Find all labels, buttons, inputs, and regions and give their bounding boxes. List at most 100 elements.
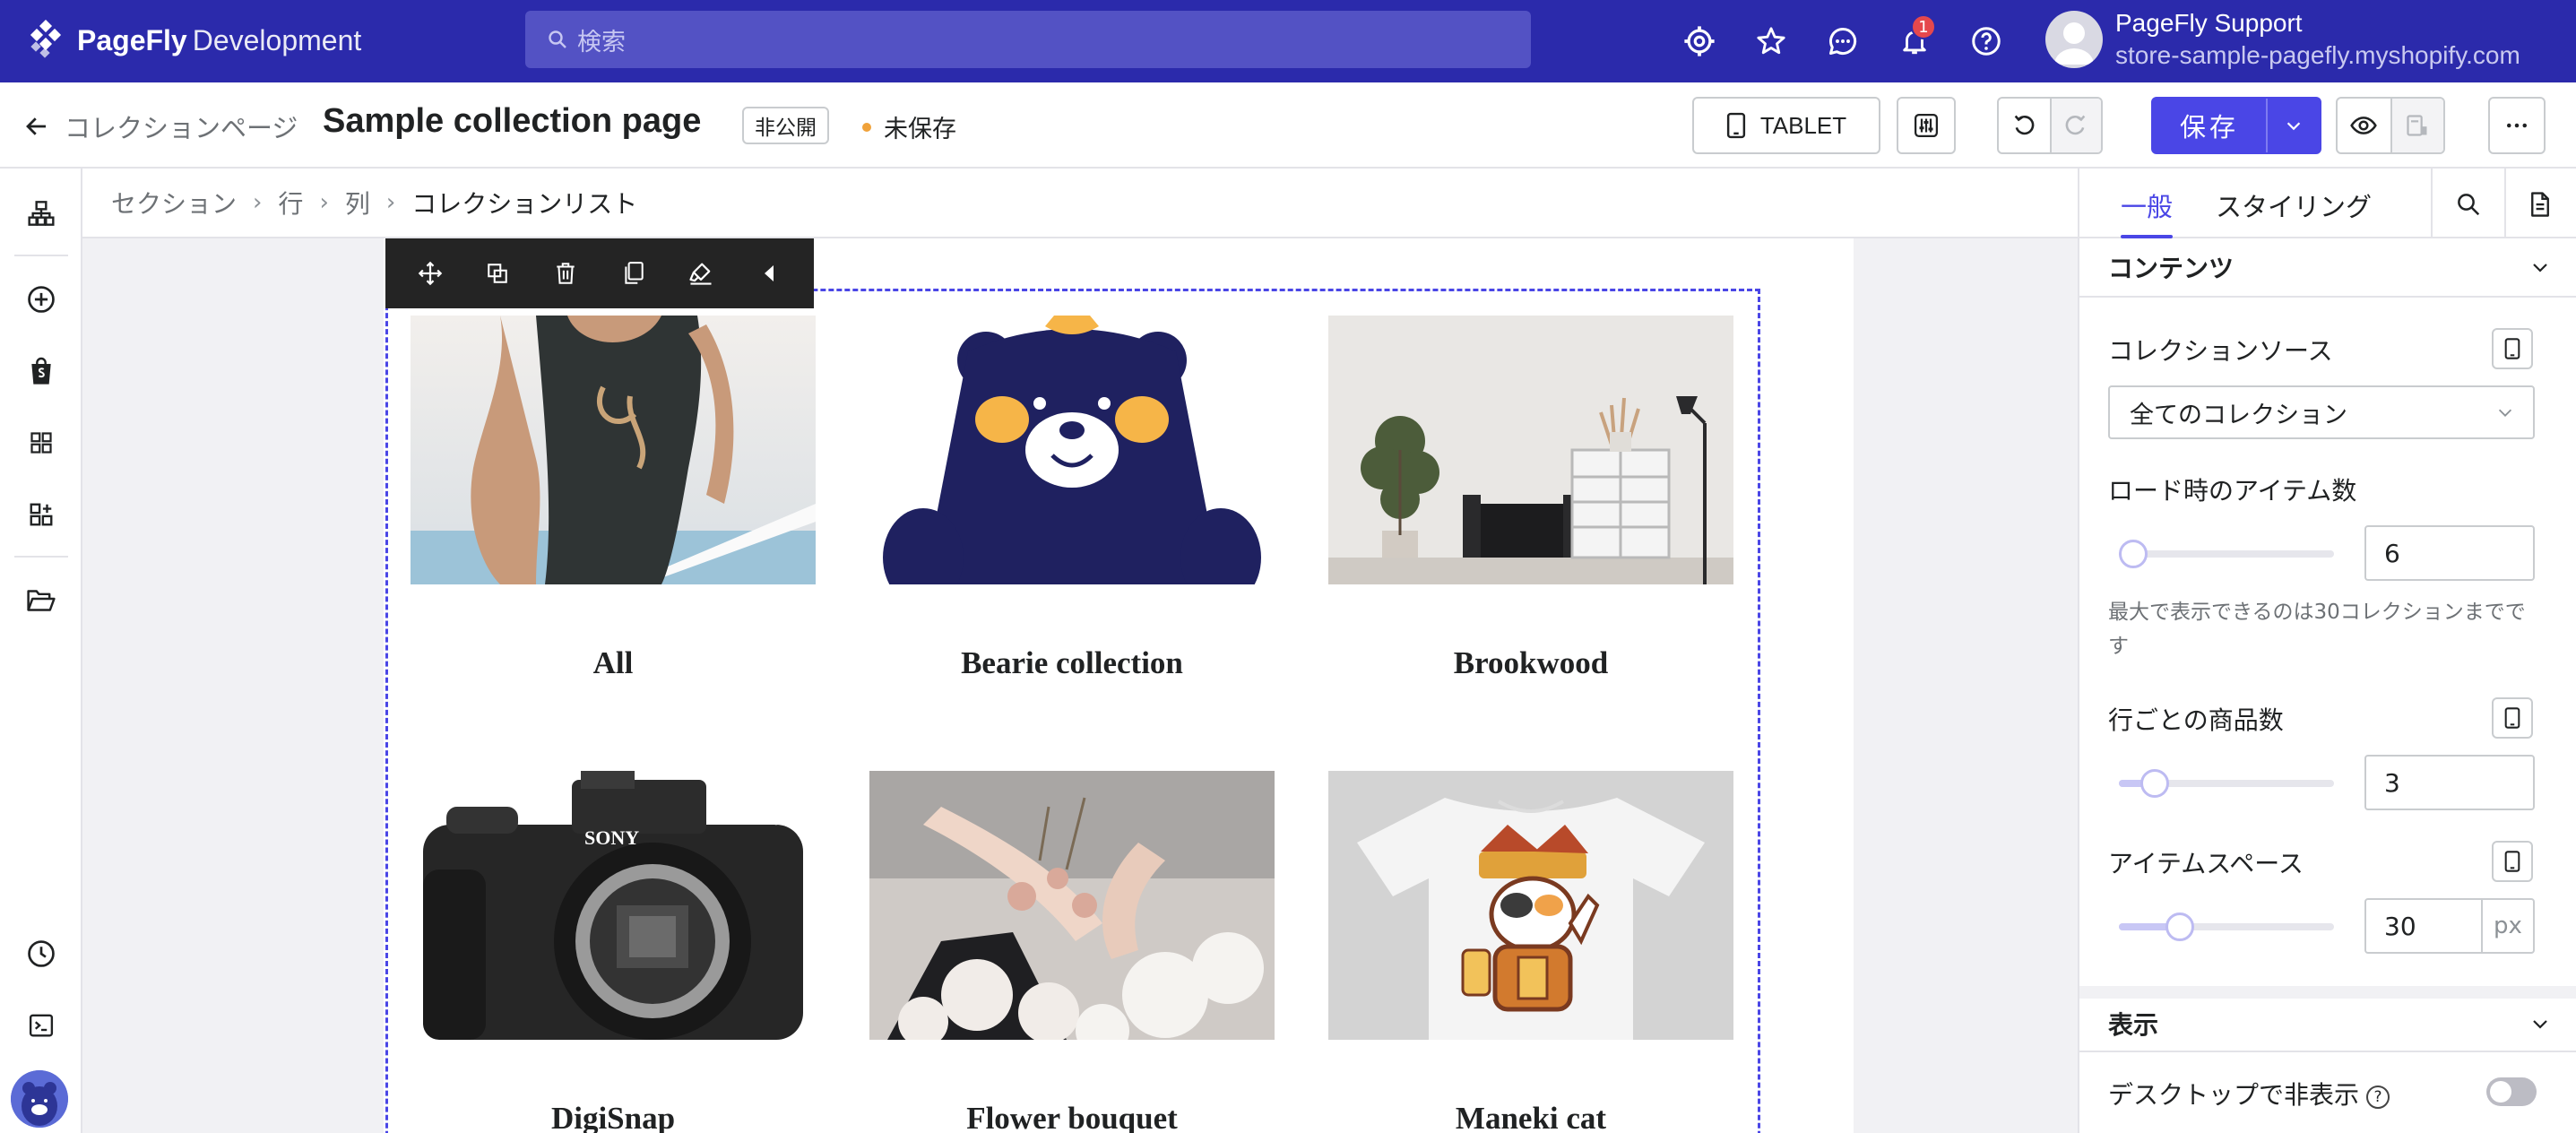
collection-item[interactable]: Bearie collection <box>869 316 1275 680</box>
device-preview-button[interactable]: TABLET <box>1692 97 1880 154</box>
more-actions-button[interactable] <box>2488 97 2546 154</box>
top-bar: PageFlyDevelopment 検索 1 PageFly Support <box>0 0 2576 82</box>
tab-styling[interactable]: スタイリング <box>2216 186 2372 224</box>
global-search-input[interactable]: 検索 <box>525 11 1531 68</box>
rail-apps-button[interactable] <box>20 493 63 536</box>
undo-button[interactable] <box>1999 99 2050 152</box>
duplicate-element-button[interactable] <box>472 248 523 298</box>
camera-image: SONY α <box>411 771 816 1040</box>
help-button[interactable] <box>1965 20 2008 63</box>
publish-button[interactable] <box>2390 99 2443 152</box>
store-domain: store-sample-pagefly.myshopify.com <box>2115 41 2520 69</box>
collection-item[interactable]: All <box>411 316 816 680</box>
editor-canvas[interactable]: All Bearie collection Brookwood SONY α D… <box>82 238 2078 1133</box>
hide-on-desktop-toggle[interactable] <box>2486 1077 2537 1106</box>
support-mascot-avatar[interactable] <box>11 1070 68 1128</box>
collection-image-bearie[interactable] <box>869 316 1275 584</box>
avatar <box>2045 11 2103 68</box>
collection-item[interactable]: Flower bouquet <box>869 771 1275 1133</box>
panel-search-button[interactable] <box>2447 183 2490 226</box>
panel-section-gap <box>2079 986 2576 999</box>
preview-button[interactable] <box>2338 99 2390 152</box>
item-space-value[interactable]: 30 <box>2366 912 2481 941</box>
brush-icon <box>689 263 712 285</box>
products-per-row-slider[interactable] <box>2119 769 2334 798</box>
rail-add-element-button[interactable] <box>20 278 63 321</box>
slider-handle[interactable] <box>2119 540 2148 568</box>
collection-image-flower-bouquet[interactable] <box>869 771 1275 1040</box>
collection-title[interactable]: All <box>411 645 816 681</box>
collection-image-digisnap[interactable]: SONY α <box>411 771 816 1040</box>
slider-handle[interactable] <box>2165 912 2194 941</box>
products-per-row-input[interactable]: 3 <box>2364 755 2535 810</box>
rail-layers-button[interactable] <box>20 192 63 235</box>
chat-button[interactable] <box>1821 20 1864 63</box>
delete-element-button[interactable] <box>540 248 591 298</box>
copy-element-button[interactable] <box>609 248 659 298</box>
item-space-input[interactable]: 30 px <box>2364 898 2535 954</box>
collection-item[interactable]: Maneki cat <box>1328 771 1733 1133</box>
back-to-collection-pages[interactable]: コレクションページ <box>23 108 298 145</box>
collection-source-device-toggle[interactable] <box>2492 328 2533 369</box>
save-button[interactable]: 保存 <box>2153 107 2266 144</box>
products-per-row-device-toggle[interactable] <box>2492 697 2533 739</box>
rail-shopify-button[interactable] <box>20 350 63 393</box>
rail-custom-code-button[interactable] <box>20 1004 63 1047</box>
products-per-row-label: 行ごとの商品数 <box>2108 705 2284 735</box>
redo-button[interactable] <box>2049 99 2101 152</box>
move-element-button[interactable] <box>405 248 455 298</box>
tab-general[interactable]: 一般 <box>2121 186 2173 224</box>
breadcrumb-column[interactable]: 列 <box>345 185 370 221</box>
breadcrumb-collection-list: コレクションリスト <box>411 189 638 219</box>
left-tool-rail <box>0 169 82 1133</box>
collection-source-select[interactable]: 全てのコレクション <box>2108 385 2535 439</box>
items-on-load-input[interactable]: 6 <box>2364 525 2535 581</box>
collection-title[interactable]: Maneki cat <box>1328 1101 1733 1133</box>
rail-divider <box>14 556 68 558</box>
tablet-icon <box>2504 707 2520 729</box>
rail-page-manager-button[interactable] <box>20 579 63 622</box>
collection-image-maneki-cat[interactable] <box>1328 771 1733 1040</box>
collection-image-brookwood[interactable] <box>1328 316 1733 584</box>
document-icon <box>2531 192 2549 217</box>
rail-sections-button[interactable] <box>20 421 63 464</box>
breadcrumb-section[interactable]: セクション <box>111 185 237 221</box>
item-space-unit: px <box>2481 900 2533 952</box>
style-brush-button[interactable] <box>676 248 726 298</box>
collection-item[interactable]: Brookwood <box>1328 316 1733 680</box>
living-room-image <box>1328 316 1733 584</box>
items-on-load-slider[interactable] <box>2119 540 2334 568</box>
chevron-down-icon <box>2533 264 2547 272</box>
bear-mascot-icon <box>11 1070 68 1128</box>
item-space-device-toggle[interactable] <box>2492 841 2533 882</box>
slider-handle[interactable] <box>2140 769 2169 798</box>
collection-image-all[interactable] <box>411 316 816 584</box>
collection-title[interactable]: Flower bouquet <box>869 1101 1275 1133</box>
pagefly-logo[interactable]: PageFly Development <box>25 20 361 61</box>
favorites-button[interactable] <box>1750 20 1793 63</box>
collection-item[interactable]: SONY α DigiSnap <box>411 771 816 1133</box>
content-section-header[interactable]: コンテンツ <box>2079 242 2576 292</box>
settings-gear-button[interactable] <box>1678 20 1721 63</box>
collection-title[interactable]: Bearie collection <box>869 645 1275 681</box>
display-section-header[interactable]: 表示 <box>2079 999 2576 1049</box>
shopify-bag-icon <box>31 357 51 385</box>
collection-title[interactable]: DigiSnap <box>411 1101 816 1133</box>
breadcrumb-row[interactable]: 行 <box>278 185 303 221</box>
help-icon <box>1972 27 2001 56</box>
tab-divider <box>2504 169 2506 238</box>
panel-document-button[interactable] <box>2519 183 2562 226</box>
rail-history-button[interactable] <box>20 932 63 975</box>
collection-source-label: コレクションソース <box>2108 336 2333 366</box>
collapse-toolbar-button[interactable] <box>744 248 794 298</box>
item-space-slider[interactable] <box>2119 912 2334 941</box>
bear-mascot-image <box>869 316 1275 584</box>
search-icon <box>2458 194 2480 216</box>
save-options-dropdown[interactable] <box>2266 99 2320 152</box>
notifications-button[interactable]: 1 <box>1893 14 1936 63</box>
page-settings-button[interactable] <box>1897 97 1956 154</box>
items-on-load-hint: 最大で表示できるのは30コレクションまでです <box>2108 601 2526 658</box>
collection-title[interactable]: Brookwood <box>1328 645 1733 681</box>
user-account-menu[interactable]: PageFly Support store-sample-pagefly.mys… <box>2045 9 2520 70</box>
help-circle-icon[interactable]: ? <box>2366 1085 2390 1109</box>
